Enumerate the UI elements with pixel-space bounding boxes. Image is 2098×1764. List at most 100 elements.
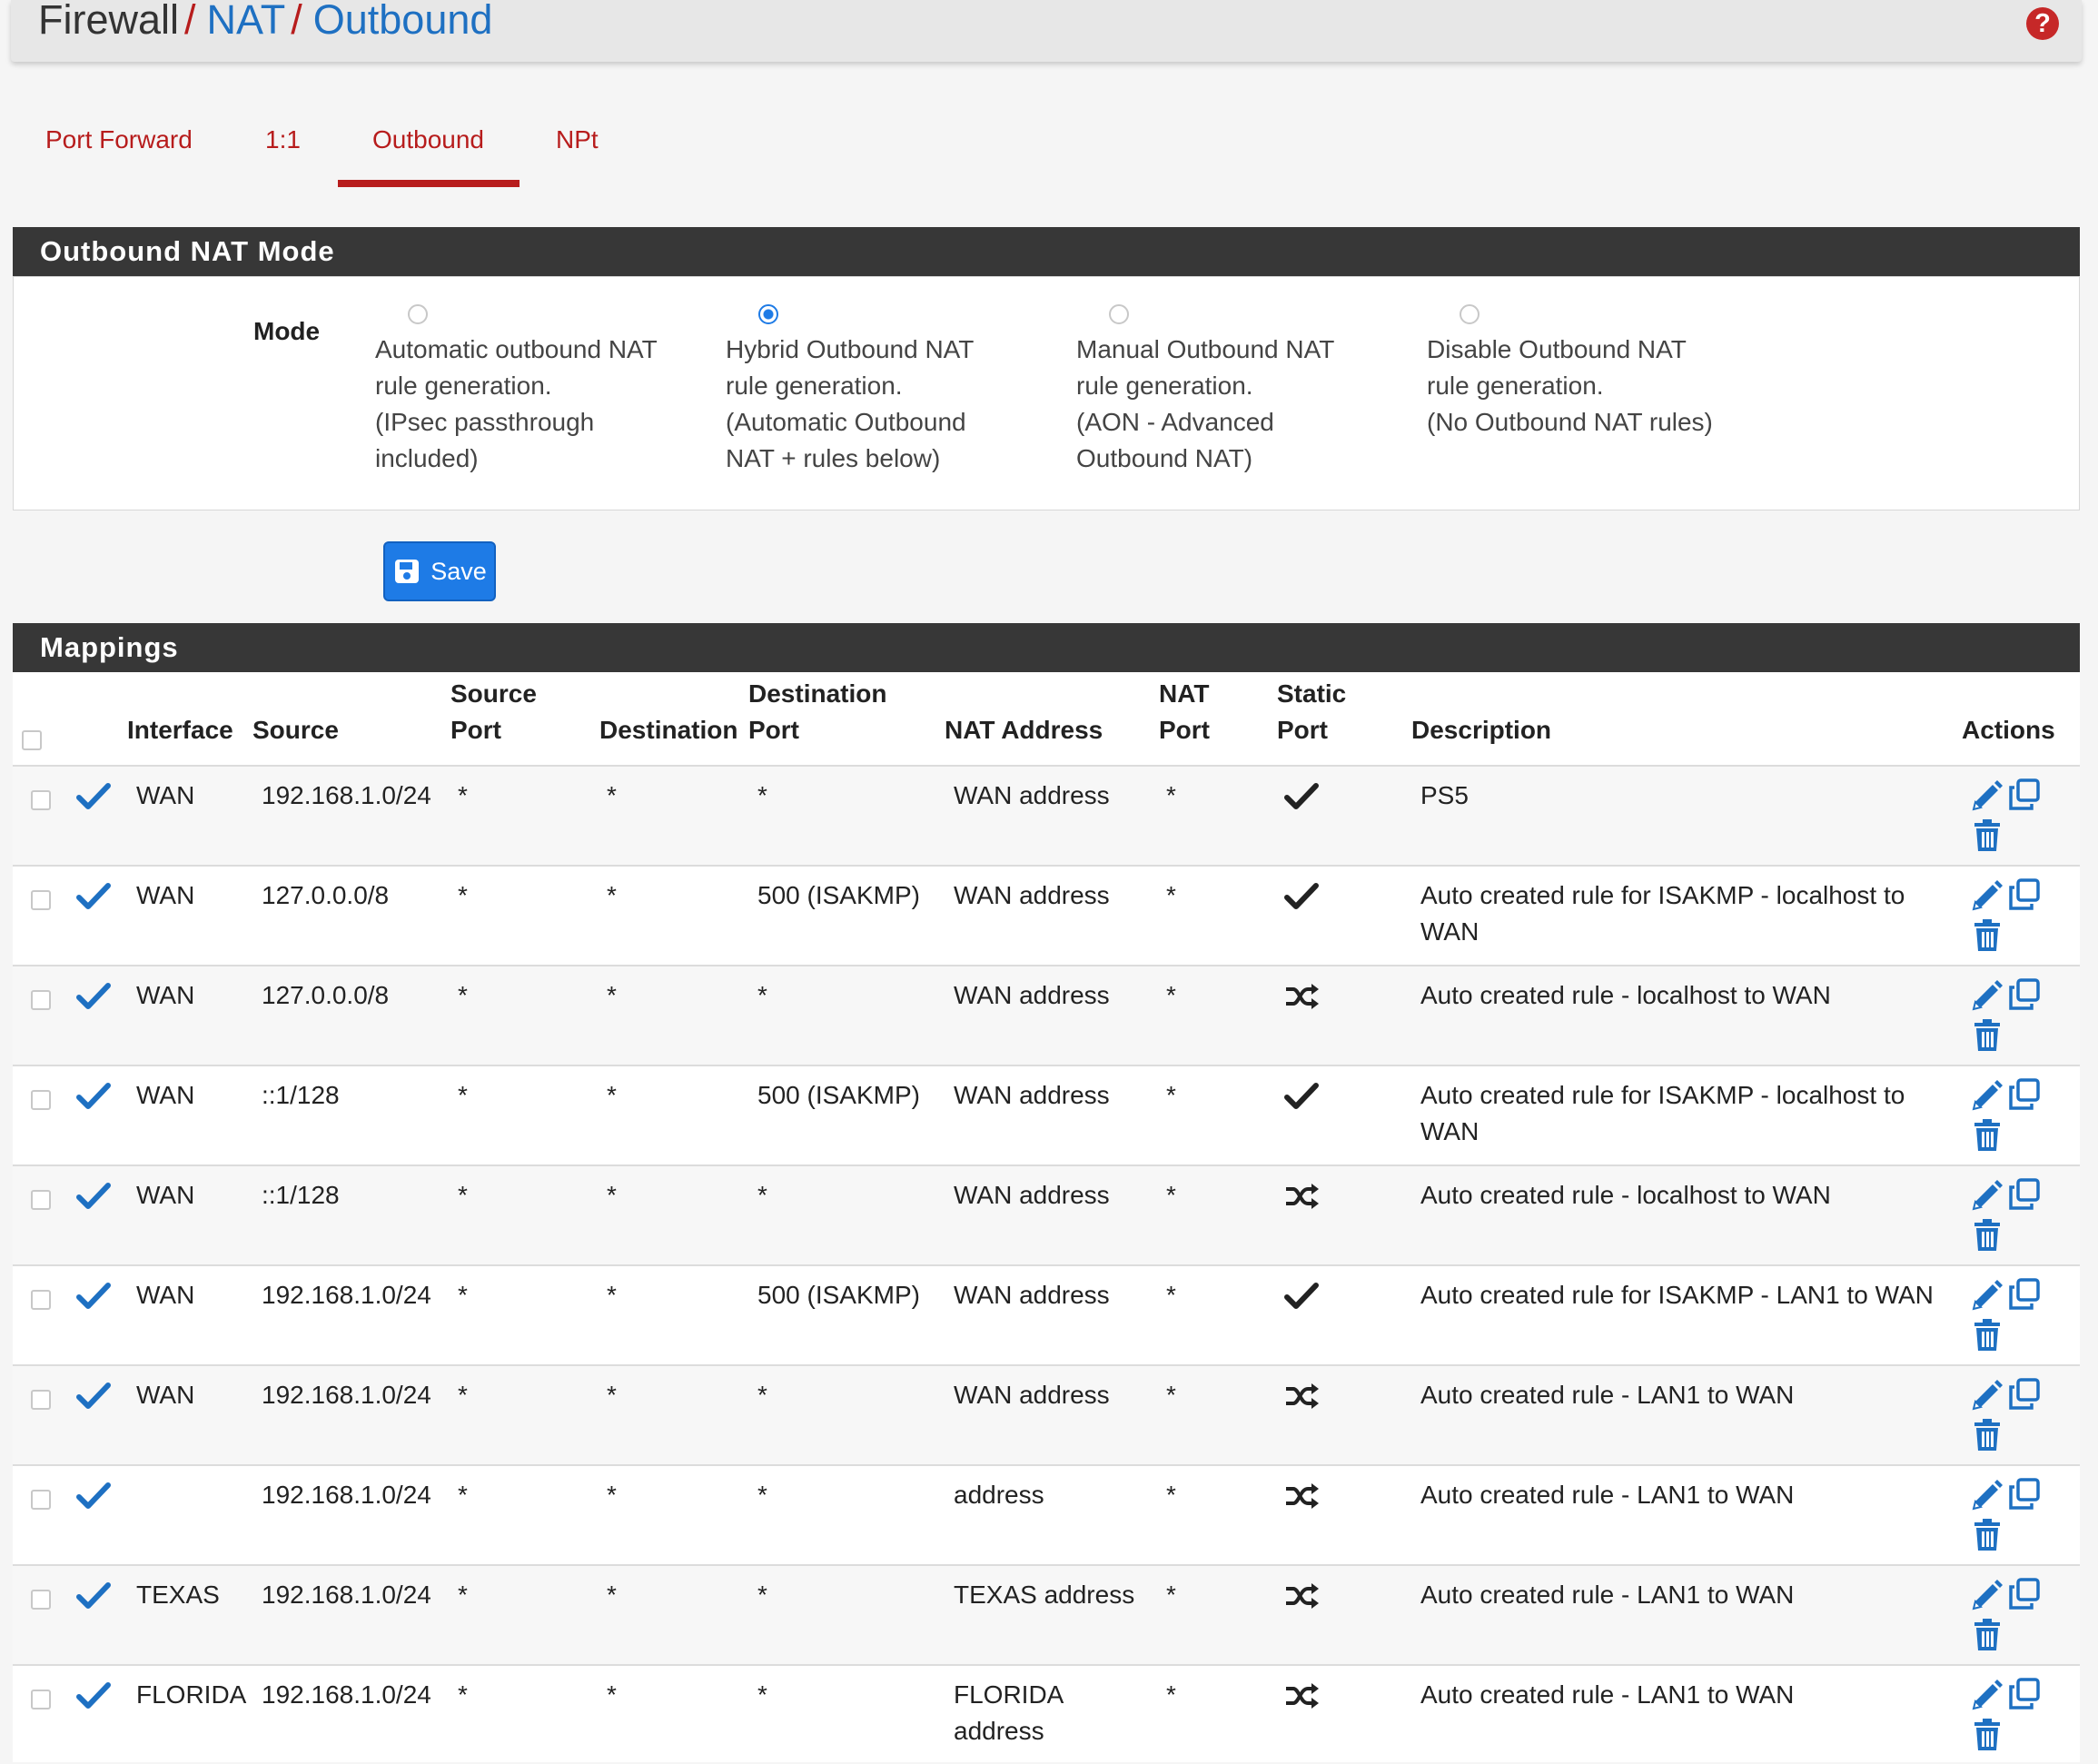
edit-pencil-icon[interactable] xyxy=(1969,1179,2004,1218)
copy-icon[interactable] xyxy=(2007,1177,2042,1216)
edit-pencil-icon[interactable] xyxy=(1969,979,2004,1018)
delete-trash-icon[interactable] xyxy=(1973,1619,2002,1656)
table-row[interactable]: WAN 127.0.0.0/8 * * * * WAN address Auto create… xyxy=(13,965,2080,1065)
mode-radio[interactable] xyxy=(408,304,428,324)
header-dest-port[interactable]: Destination Port xyxy=(748,676,886,748)
header-interface[interactable]: Interface xyxy=(127,712,233,748)
copy-icon[interactable] xyxy=(2007,1077,2042,1116)
mode-option-text: (No Outbound NAT rules) xyxy=(1427,408,1713,436)
edit-pencil-icon[interactable] xyxy=(1969,779,2004,818)
edit-pencil-icon[interactable] xyxy=(1969,1379,2004,1418)
edit-pencil-icon[interactable] xyxy=(1969,1479,2004,1518)
edit-pencil-icon[interactable] xyxy=(1969,1079,2004,1118)
copy-icon[interactable] xyxy=(2007,877,2042,917)
cell-nat-port: * xyxy=(1166,881,1176,909)
enabled-check-icon[interactable] xyxy=(76,1081,111,1116)
header-nat-port[interactable]: NAT Port xyxy=(1159,676,1210,748)
header-nat-port-line1: NAT xyxy=(1159,679,1210,708)
cell-destination: * xyxy=(607,1081,617,1109)
row-checkbox[interactable] xyxy=(31,1390,51,1410)
cell-dest-port: * xyxy=(757,981,767,1009)
row-checkbox[interactable] xyxy=(31,790,51,810)
delete-trash-icon[interactable] xyxy=(1973,819,2002,857)
mode-radio[interactable] xyxy=(1460,304,1479,324)
cell-dest-port: * xyxy=(757,1481,767,1509)
row-checkbox[interactable] xyxy=(31,1290,51,1310)
enabled-check-icon[interactable] xyxy=(76,881,111,917)
breadcrumb-outbound-link[interactable]: Outbound xyxy=(313,0,493,43)
cell-description: Auto created rule - LAN1 to WAN xyxy=(1420,1377,1947,1413)
enabled-check-icon[interactable] xyxy=(76,781,111,817)
enabled-check-icon[interactable] xyxy=(76,1481,111,1516)
row-checkbox[interactable] xyxy=(31,990,51,1010)
delete-trash-icon[interactable] xyxy=(1973,1419,2002,1456)
cell-destination: * xyxy=(607,1281,617,1309)
cell-dest-port: 500 (ISAKMP) xyxy=(757,881,920,909)
select-all-checkbox[interactable] xyxy=(22,730,42,750)
delete-trash-icon[interactable] xyxy=(1973,1519,2002,1556)
help-icon[interactable]: ? xyxy=(2026,7,2059,40)
table-row[interactable]: WAN::1/128 * * * * WAN address Auto created ru… xyxy=(13,1164,2080,1264)
mode-option-text: Outbound NAT) xyxy=(1076,444,1253,472)
mode-option-text: rule generation. xyxy=(726,372,903,400)
edit-pencil-icon[interactable] xyxy=(1969,879,2004,918)
mode-option-text: Hybrid Outbound NAT xyxy=(726,335,975,363)
table-row[interactable]: WAN 192.168.1.0/24 * * 500 (ISAKMP) * WAN addr… xyxy=(13,1264,2080,1364)
delete-trash-icon[interactable] xyxy=(1973,919,2002,956)
row-checkbox[interactable] xyxy=(31,1590,51,1610)
enabled-check-icon[interactable] xyxy=(76,1281,111,1316)
copy-icon[interactable] xyxy=(2007,1677,2042,1716)
tab-port-forward[interactable]: Port Forward xyxy=(45,125,193,154)
copy-icon[interactable] xyxy=(2007,977,2042,1016)
row-checkbox[interactable] xyxy=(31,1490,51,1510)
delete-trash-icon[interactable] xyxy=(1973,1019,2002,1056)
tab-outbound[interactable]: Outbound xyxy=(372,125,484,154)
edit-pencil-icon[interactable] xyxy=(1969,1679,2004,1718)
delete-trash-icon[interactable] xyxy=(1973,1319,2002,1356)
table-row[interactable]: 192.168.1.0/24 * * * * address Auto created ru… xyxy=(13,1464,2080,1564)
enabled-check-icon[interactable] xyxy=(76,1181,111,1216)
table-row[interactable]: FLORIDA 192.168.1.0/24 * * * * FLORIDA address A… xyxy=(13,1664,2080,1764)
header-nat-address[interactable]: NAT Address xyxy=(945,712,1103,748)
copy-icon[interactable] xyxy=(2007,1577,2042,1616)
delete-trash-icon[interactable] xyxy=(1973,1119,2002,1156)
header-source[interactable]: Source xyxy=(252,712,339,748)
row-checkbox[interactable] xyxy=(31,890,51,910)
table-row[interactable]: WAN::1/128 * * 500 (ISAKMP) * WAN address Auto… xyxy=(13,1065,2080,1164)
row-checkbox[interactable] xyxy=(31,1690,51,1709)
mode-radio[interactable] xyxy=(758,304,778,324)
copy-icon[interactable] xyxy=(2007,1477,2042,1516)
enabled-check-icon[interactable] xyxy=(76,1581,111,1616)
row-checkbox[interactable] xyxy=(31,1190,51,1210)
edit-pencil-icon[interactable] xyxy=(1969,1279,2004,1318)
copy-icon[interactable] xyxy=(2007,1377,2042,1416)
table-row[interactable]: WAN 192.168.1.0/24 * * * * WAN address PS5 xyxy=(13,765,2080,865)
save-button[interactable]: Save xyxy=(383,541,496,601)
delete-trash-icon[interactable] xyxy=(1973,1719,2002,1756)
copy-icon[interactable] xyxy=(2007,778,2042,817)
mode-option-manual[interactable]: Manual Outbound NAT rule generation. (AON … xyxy=(1076,304,1385,477)
delete-trash-icon[interactable] xyxy=(1973,1219,2002,1256)
table-row[interactable]: WAN 127.0.0.0/8 * * 500 (ISAKMP) * WAN address… xyxy=(13,865,2080,965)
header-destination[interactable]: Destination xyxy=(599,712,737,748)
mode-radio[interactable] xyxy=(1109,304,1129,324)
mode-option-disable[interactable]: Disable Outbound NAT rule generation. (No … xyxy=(1427,304,1772,441)
enabled-check-icon[interactable] xyxy=(76,1680,111,1716)
header-static-port[interactable]: Static Port xyxy=(1277,676,1346,748)
cell-nat-port: * xyxy=(1166,981,1176,1009)
row-checkbox[interactable] xyxy=(31,1090,51,1110)
enabled-check-icon[interactable] xyxy=(76,1381,111,1416)
edit-pencil-icon[interactable] xyxy=(1969,1579,2004,1618)
tab-npt[interactable]: NPt xyxy=(556,125,599,154)
copy-icon[interactable] xyxy=(2007,1277,2042,1316)
cell-source-port: * xyxy=(458,781,468,809)
header-description[interactable]: Description xyxy=(1411,712,1551,748)
enabled-check-icon[interactable] xyxy=(76,981,111,1016)
table-row[interactable]: WAN 192.168.1.0/24 * * * * WAN address Auto cre… xyxy=(13,1364,2080,1464)
table-row[interactable]: TEXAS 192.168.1.0/24 * * * * TEXAS address Auto… xyxy=(13,1564,2080,1664)
mode-option-automatic[interactable]: Automatic outbound NAT rule generation. (I… xyxy=(375,304,684,477)
header-source-port[interactable]: Source Port xyxy=(450,676,537,748)
tab-one-to-one[interactable]: 1:1 xyxy=(265,125,301,154)
breadcrumb-nat-link[interactable]: NAT xyxy=(207,0,286,43)
mode-option-hybrid[interactable]: Hybrid Outbound NAT rule generation. (Auto… xyxy=(726,304,1034,477)
